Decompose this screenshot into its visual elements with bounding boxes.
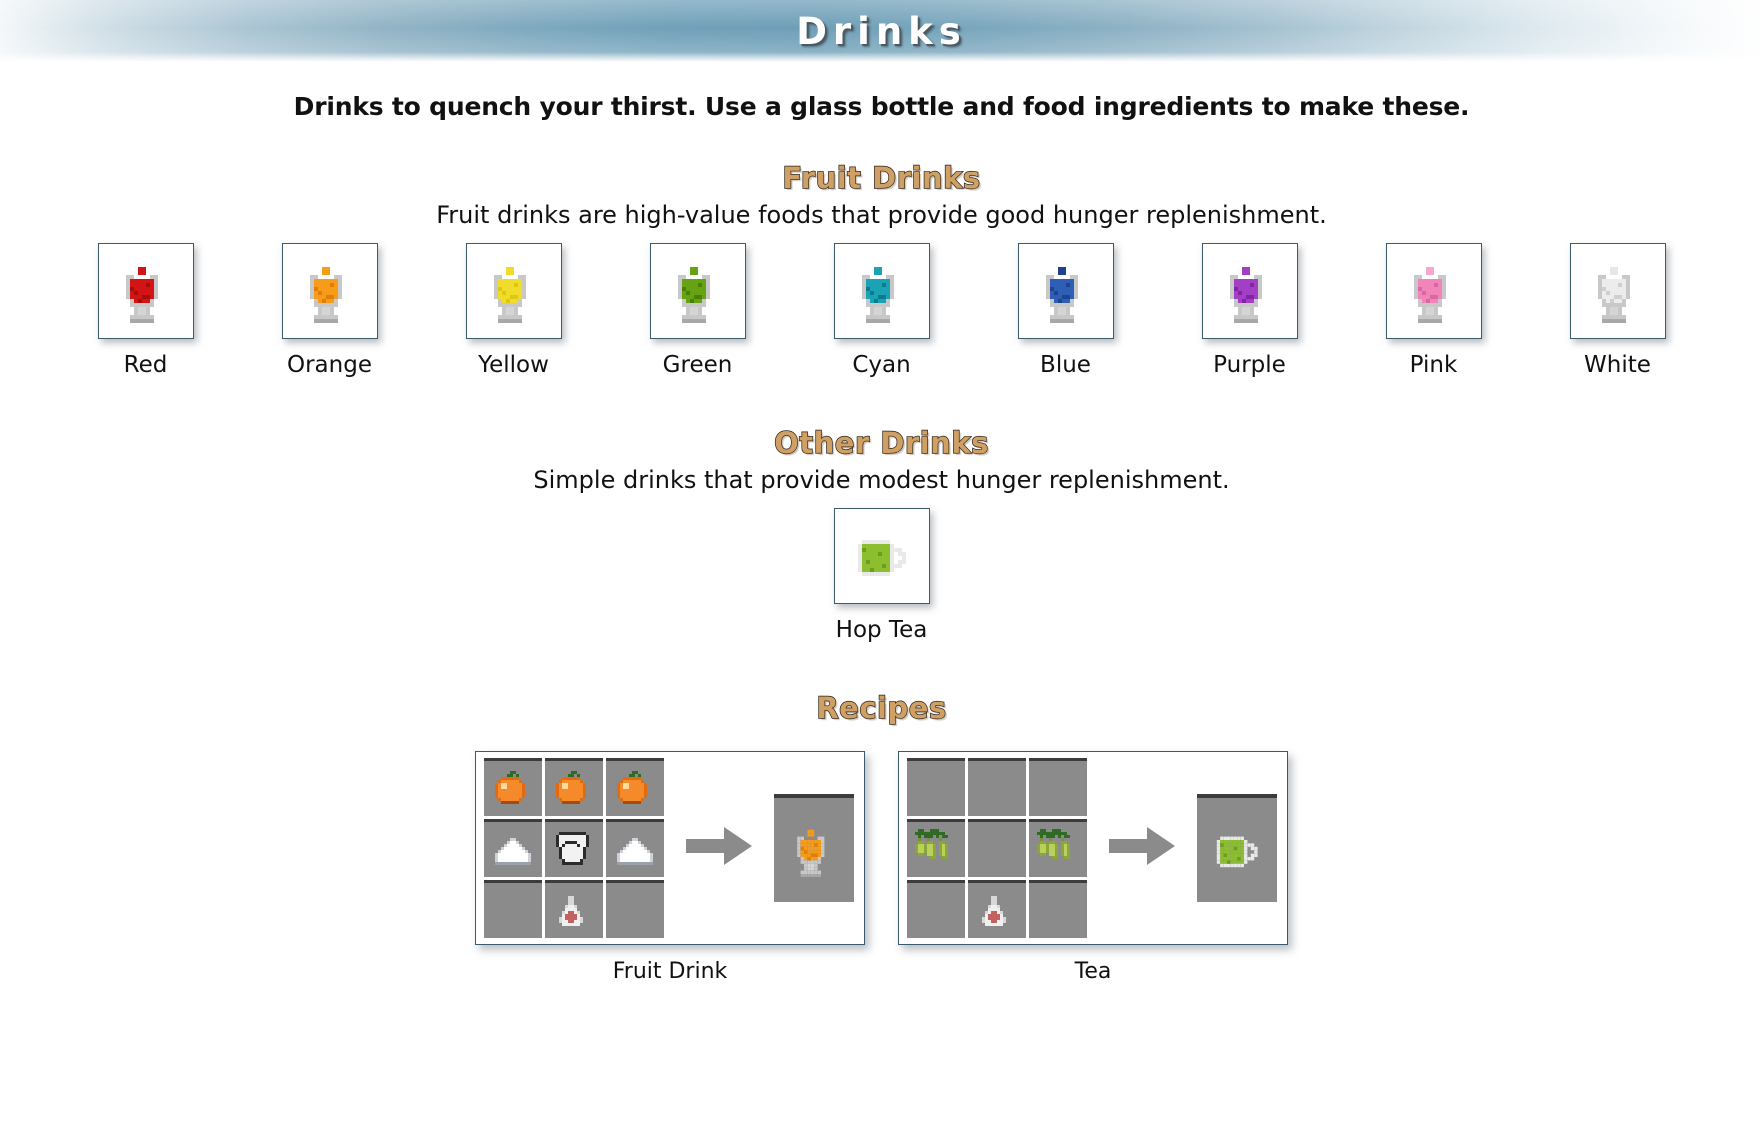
recipe-tea: Tea (898, 751, 1288, 984)
crafting-cell[interactable] (968, 758, 1026, 816)
item-label: Blue (1040, 352, 1091, 378)
item-icon-box[interactable] (833, 508, 930, 604)
orange-icon (611, 764, 659, 813)
recipe-box (898, 751, 1288, 945)
item-label: Yellow (478, 352, 549, 378)
item-label: Cyan (852, 352, 911, 378)
sugar-icon (611, 825, 659, 874)
recipes-row: Fruit Drink Tea (0, 751, 1763, 984)
item-blue[interactable]: Blue (974, 243, 1158, 378)
item-cyan[interactable]: Cyan (790, 243, 974, 378)
section-other-drinks: Other Drinks Simple drinks that provide … (0, 425, 1763, 643)
drink-glass-icon (113, 259, 178, 323)
crafting-cell[interactable] (606, 758, 664, 816)
other-drinks-item-row: Hop Tea (0, 508, 1763, 643)
crafting-cell[interactable] (968, 880, 1026, 938)
item-icon-box[interactable] (97, 243, 194, 339)
item-label: Red (123, 352, 168, 378)
crafting-cell[interactable] (1029, 758, 1087, 816)
item-white[interactable]: White (1526, 243, 1710, 378)
item-orange[interactable]: Orange (238, 243, 422, 378)
drink-glass-icon (665, 259, 730, 323)
crafting-grid (484, 758, 664, 938)
crafting-cell[interactable] (907, 880, 965, 938)
item-yellow[interactable]: Yellow (422, 243, 606, 378)
sugar-icon (489, 825, 537, 874)
crafting-cell[interactable] (968, 819, 1026, 877)
item-label: Purple (1213, 352, 1286, 378)
item-green[interactable]: Green (606, 243, 790, 378)
recipe-arrow (1087, 825, 1197, 871)
recipe-result-cell[interactable] (774, 794, 854, 902)
glass-bottle-icon (550, 886, 598, 935)
drink-glass-icon (297, 259, 362, 323)
tea-mug-icon (849, 524, 914, 588)
item-icon-box[interactable] (833, 243, 930, 339)
recipe-label: Tea (1074, 959, 1112, 984)
crafting-cell[interactable] (545, 819, 603, 877)
drink-glass-icon (481, 259, 546, 323)
item-icon-box[interactable] (1385, 243, 1482, 339)
item-label: Hop Tea (835, 617, 928, 643)
item-purple[interactable]: Purple (1158, 243, 1342, 378)
item-label: Pink (1409, 352, 1458, 378)
item-icon-box[interactable] (465, 243, 562, 339)
crafting-cell[interactable] (606, 819, 664, 877)
crafting-grid (907, 758, 1087, 938)
crafting-cell[interactable] (907, 819, 965, 877)
arrow-right-icon (686, 825, 752, 871)
drink-glass-icon (1401, 259, 1466, 323)
hops-icon (912, 825, 960, 874)
hops-icon (1034, 825, 1082, 874)
crafting-cell[interactable] (484, 819, 542, 877)
orange-icon (550, 764, 598, 813)
page-banner: Drinks (0, 0, 1763, 62)
crafting-cell[interactable] (484, 758, 542, 816)
drink-glass-icon (1217, 259, 1282, 323)
drink-glass-icon (1033, 259, 1098, 323)
section-heading-recipes: Recipes (816, 690, 947, 725)
item-icon-box[interactable] (1569, 243, 1666, 339)
milk-bucket-icon (550, 825, 598, 874)
item-icon-box[interactable] (1201, 243, 1298, 339)
crafting-cell[interactable] (484, 880, 542, 938)
item-pink[interactable]: Pink (1342, 243, 1526, 378)
recipe-box (475, 751, 865, 945)
section-heading-other-drinks: Other Drinks (773, 425, 989, 460)
crafting-cell[interactable] (606, 880, 664, 938)
page-title: Drinks (796, 9, 967, 53)
drink-glass-icon (1585, 259, 1650, 323)
fruit-drinks-item-row: Red Orange Yellow Green Cyan Blue Purple Pink Wh… (0, 243, 1763, 378)
crafting-cell[interactable] (1029, 819, 1087, 877)
arrow-right-icon (1109, 825, 1175, 871)
item-icon-box[interactable] (281, 243, 378, 339)
crafting-cell[interactable] (907, 758, 965, 816)
glass-bottle-icon (973, 886, 1021, 935)
crafting-cell[interactable] (545, 880, 603, 938)
recipe-fruit-drink: Fruit Drink (475, 751, 865, 984)
item-red[interactable]: Red (54, 243, 238, 378)
item-icon-box[interactable] (649, 243, 746, 339)
section-subtitle-other-drinks: Simple drinks that provide modest hunger… (533, 466, 1230, 494)
crafting-cell[interactable] (1029, 880, 1087, 938)
recipe-result-cell[interactable] (1197, 794, 1277, 902)
section-recipes: Recipes Fruit Drink Tea (0, 690, 1763, 984)
orange-icon (489, 764, 537, 813)
drink-glass-icon (849, 259, 914, 323)
recipe-arrow (664, 825, 774, 871)
crafting-cell[interactable] (545, 758, 603, 816)
intro-text: Drinks to quench your thirst. Use a glas… (293, 92, 1470, 121)
section-subtitle-fruit-drinks: Fruit drinks are high-value foods that p… (436, 201, 1327, 229)
item-label: White (1584, 352, 1651, 378)
section-fruit-drinks: Fruit Drinks Fruit drinks are high-value… (0, 160, 1763, 378)
item-label: Green (662, 352, 733, 378)
hop-tea-icon (1210, 823, 1264, 877)
orange-drink-icon (787, 823, 841, 877)
section-heading-fruit-drinks: Fruit Drinks (782, 160, 981, 195)
item-hop-tea[interactable]: Hop Tea (790, 508, 974, 643)
item-icon-box[interactable] (1017, 243, 1114, 339)
item-label: Orange (287, 352, 372, 378)
recipe-label: Fruit Drink (612, 959, 728, 984)
